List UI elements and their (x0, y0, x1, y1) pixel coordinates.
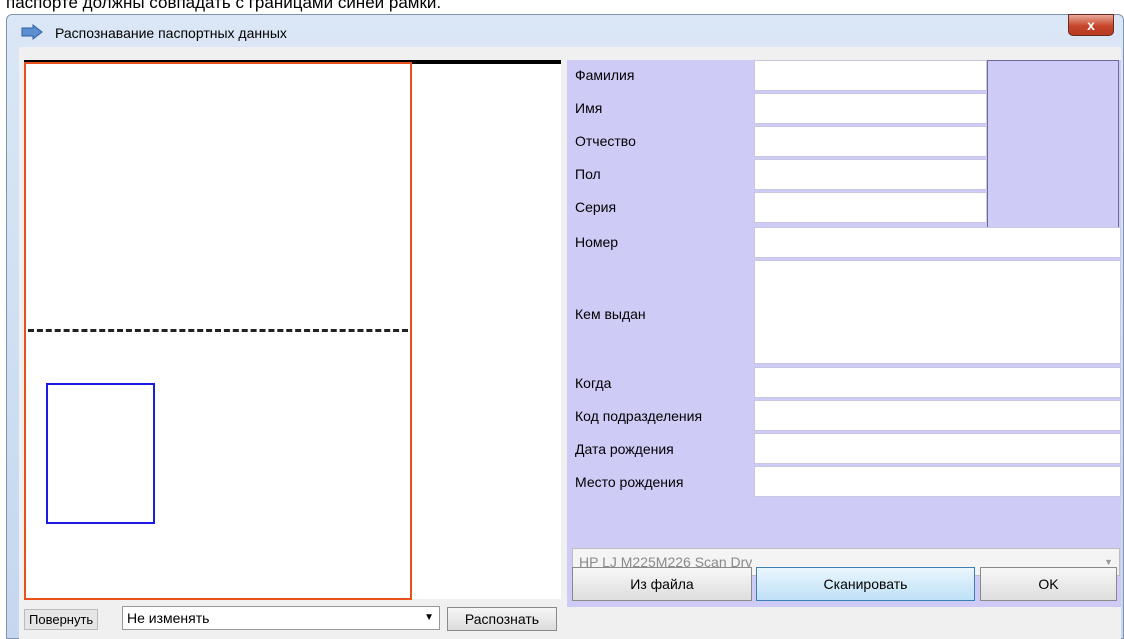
page-fold-line (28, 329, 408, 332)
name-field[interactable] (754, 93, 987, 124)
app-arrow-icon (21, 23, 43, 45)
field-label-patronymic: Отчество (575, 133, 636, 149)
issued-by-field[interactable] (754, 260, 1121, 364)
field-label-birth-date: Дата рождения (575, 441, 674, 457)
field-label-series: Серия (575, 199, 617, 215)
passport-page-frame (24, 62, 412, 600)
surname-field[interactable] (754, 60, 987, 91)
passport-recognition-window: Распознавание паспортных данных x Поверн… (6, 14, 1124, 639)
number-field[interactable] (754, 227, 1121, 258)
scan-preview-area (24, 60, 561, 600)
from-file-button[interactable]: Из файла (572, 567, 752, 601)
issue-date-field[interactable] (754, 367, 1121, 398)
photo-position-frame (46, 383, 155, 524)
close-button[interactable]: x (1068, 14, 1114, 36)
field-label-issued-by: Кем выдан (575, 306, 646, 322)
sex-field[interactable] (754, 159, 987, 190)
scan-button[interactable]: Сканировать (756, 567, 975, 601)
ok-button[interactable]: OK (980, 567, 1117, 601)
field-label-department-code: Код подразделения (575, 408, 703, 424)
field-label-surname: Фамилия (575, 67, 635, 83)
recognize-button[interactable]: Распознать (447, 607, 557, 631)
title-bar: Распознавание паспортных данных x (7, 14, 1123, 47)
dropdown-arrow-icon: ▼ (424, 612, 434, 623)
field-label-number: Номер (575, 234, 619, 250)
rotate-label: Повернуть (24, 609, 99, 630)
field-label-sex: Пол (575, 166, 601, 182)
window-client-area: Повернуть Не изменять ▼ Распознать Фамил… (19, 47, 1121, 639)
field-label-name: Имя (575, 100, 603, 116)
photo-placeholder (987, 60, 1119, 232)
department-code-field[interactable] (754, 400, 1121, 431)
rotate-select[interactable]: Не изменять ▼ (122, 606, 440, 630)
field-label-issue-date: Когда (575, 375, 612, 391)
page-caption: паспорте должны совпадать с границами си… (6, 0, 442, 12)
window-title: Распознавание паспортных данных (55, 25, 287, 41)
field-label-birth-place: Место рождения (575, 474, 684, 490)
rotate-select-value: Не изменять (127, 610, 210, 626)
birth-date-field[interactable] (754, 433, 1121, 464)
patronymic-field[interactable] (754, 126, 987, 157)
birth-place-field[interactable] (754, 466, 1121, 497)
passport-fields-panel: Фамилия Имя Отчество Пол Серия Номер Кем… (567, 60, 1121, 607)
series-field[interactable] (754, 192, 987, 223)
